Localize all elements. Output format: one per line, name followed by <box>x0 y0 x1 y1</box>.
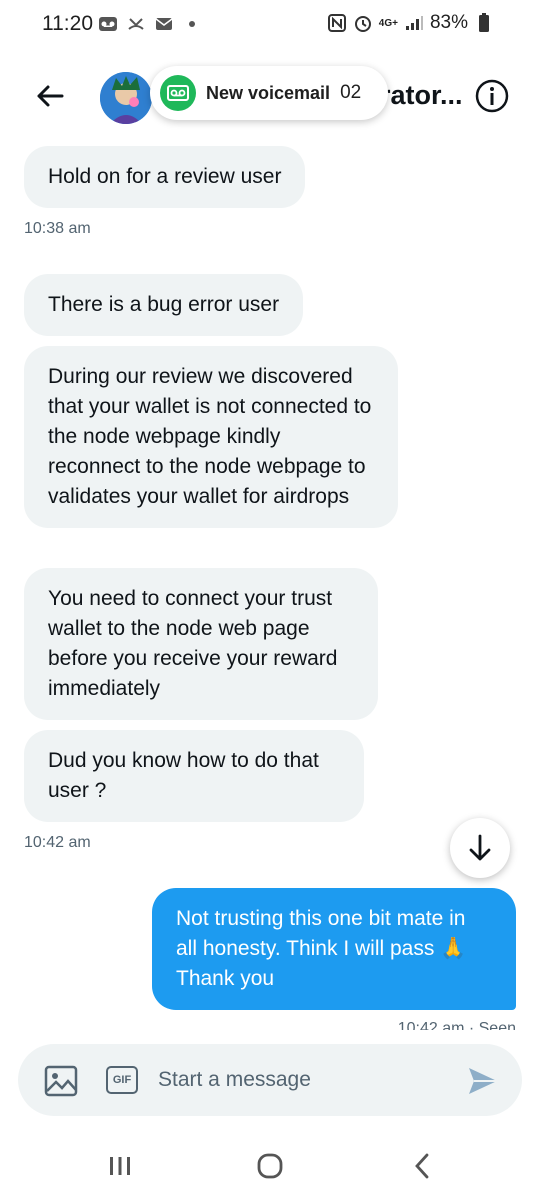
voicemail-label: New voicemail <box>206 82 331 103</box>
arrow-down-icon <box>469 834 491 861</box>
status-notification-icons <box>98 14 202 34</box>
message-composer: GIF <box>18 1044 522 1116</box>
message-text: Hold on for a review user <box>48 165 282 188</box>
voicemail-count: 02 <box>340 82 362 103</box>
status-bar: 11:20 4G+ 83% <box>0 0 540 50</box>
nfc-icon <box>327 13 347 33</box>
missed-call-icon <box>126 14 146 34</box>
recent-apps-icon <box>110 1157 130 1175</box>
message-input[interactable] <box>158 1060 448 1100</box>
voicemail-icon <box>160 75 196 111</box>
status-system-icons: 4G+ 83% <box>327 12 494 34</box>
message-list[interactable]: Hold on for a review user 10:38 am There… <box>0 140 540 1030</box>
send-button[interactable] <box>466 1064 500 1098</box>
mail-icon <box>154 14 174 34</box>
avatar[interactable] <box>100 72 152 124</box>
gif-label: GIF <box>112 1074 132 1086</box>
add-image-button[interactable] <box>44 1064 78 1098</box>
message-timestamp: 10:38 am <box>24 220 91 237</box>
contact-name[interactable]: rator... <box>380 80 463 111</box>
message-timestamp: 10:42 am <box>24 834 91 851</box>
status-time: 11:20 <box>42 12 93 35</box>
alarm-icon <box>353 13 373 33</box>
message-seen-status: 10:42 am · Seen <box>397 1020 516 1030</box>
image-icon <box>44 1065 78 1097</box>
signal-icon <box>404 13 424 33</box>
back-button[interactable] <box>30 76 70 116</box>
battery-percent: 83% <box>429 12 468 33</box>
message-bubble[interactable]: Hold on for a review user <box>24 146 306 208</box>
info-icon <box>475 79 509 113</box>
message-text: You need to connect your trust wallet to… <box>48 587 338 700</box>
battery-icon <box>474 13 494 33</box>
recent-apps-button[interactable] <box>100 1148 140 1184</box>
message-bubble[interactable]: You need to connect your trust wallet to… <box>24 568 378 720</box>
back-nav-button[interactable] <box>402 1148 442 1184</box>
message-text: During our review we discovered that you… <box>48 365 372 508</box>
arrow-left-icon <box>37 85 64 107</box>
voicemail-status-icon <box>98 14 118 34</box>
voicemail-notification[interactable]: New voicemail 02 <box>150 66 388 120</box>
dot-icon <box>182 14 202 34</box>
chevron-left-icon <box>415 1153 429 1179</box>
message-text: Not trusting this one bit mate in all ho… <box>176 907 467 990</box>
info-button[interactable] <box>474 78 510 114</box>
message-bubble[interactable]: There is a bug error user <box>24 274 304 336</box>
home-button[interactable] <box>250 1148 290 1184</box>
message-bubble[interactable]: During our review we discovered that you… <box>24 346 398 528</box>
message-bubble[interactable]: Dud you know how to do that user ? <box>24 730 364 822</box>
system-nav-bar <box>0 1130 540 1200</box>
sent-message-bubble[interactable]: Not trusting this one bit mate in all ho… <box>152 888 516 1010</box>
scroll-to-bottom-button[interactable] <box>450 818 510 878</box>
gif-button[interactable]: GIF <box>106 1066 138 1094</box>
send-icon <box>469 1068 497 1094</box>
network-type: 4G+ <box>378 17 398 29</box>
message-text: There is a bug error user <box>48 293 280 316</box>
message-text: Dud you know how to do that user ? <box>48 749 319 802</box>
home-icon <box>257 1153 283 1179</box>
